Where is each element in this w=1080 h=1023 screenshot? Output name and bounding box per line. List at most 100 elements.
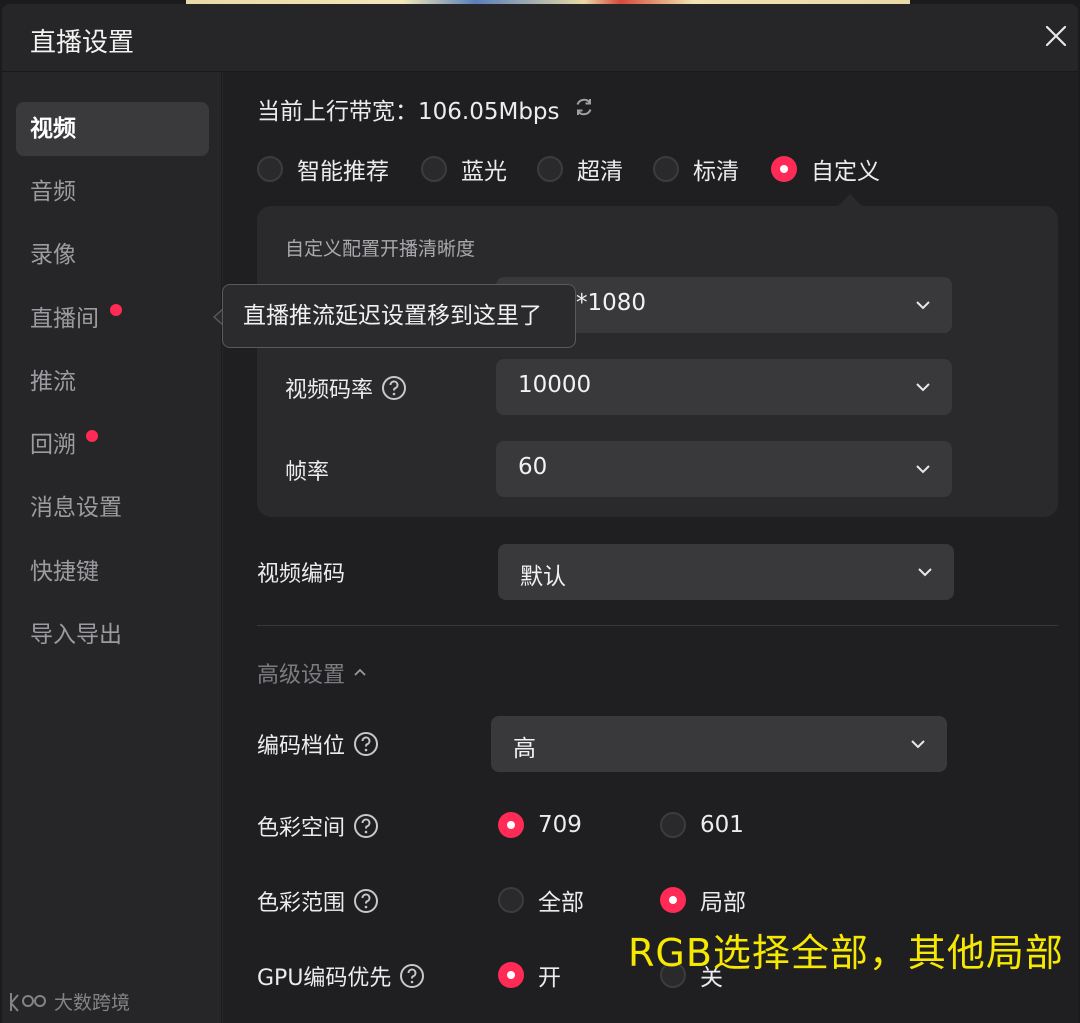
refresh-button[interactable] xyxy=(573,96,595,118)
bitrate-label: 视频码率 xyxy=(285,372,407,404)
radio-circle-selected xyxy=(660,887,686,913)
framerate-value: 60 xyxy=(518,454,548,480)
live-settings-dialog: 直播设置 视频 音频 录像 直播间 推流 回溯 消息设置 快捷键 导入导出 当前… xyxy=(2,4,1078,1023)
quality-option-ultra[interactable]: 超清 xyxy=(537,154,623,185)
framerate-select[interactable]: 60 xyxy=(496,441,952,497)
close-button[interactable] xyxy=(1042,22,1070,50)
chevron-down-icon xyxy=(911,740,925,749)
encoder-select[interactable]: 默认 xyxy=(498,544,954,600)
help-icon[interactable] xyxy=(353,813,379,839)
sidebar-item-audio[interactable]: 音频 xyxy=(16,165,209,219)
live-delay-tooltip: 直播推流延迟设置移到这里了 xyxy=(222,284,576,348)
notification-dot xyxy=(110,304,122,316)
watermark-text: 大数跨境 xyxy=(54,992,131,1014)
sidebar-item-label: 音频 xyxy=(30,179,76,205)
dialog-title: 直播设置 xyxy=(30,28,135,58)
radio-label: 全部 xyxy=(538,890,584,916)
radio-label: 开 xyxy=(538,965,561,991)
quality-option-custom[interactable]: 自定义 xyxy=(771,154,880,185)
sidebar-item-import-export[interactable]: 导入导出 xyxy=(16,608,209,662)
profile-select[interactable]: 高 xyxy=(491,716,947,772)
sidebar-item-messages[interactable]: 消息设置 xyxy=(16,481,209,535)
radio-circle xyxy=(498,887,524,913)
radio-circle-selected xyxy=(498,962,524,988)
help-icon[interactable] xyxy=(353,888,379,914)
settings-sidebar: 视频 音频 录像 直播间 推流 回溯 消息设置 快捷键 导入导出 xyxy=(2,72,222,1023)
help-icon[interactable] xyxy=(399,963,425,989)
encoder-value: 默认 xyxy=(520,564,566,590)
bitrate-select[interactable]: 10000 xyxy=(496,359,952,415)
gpu-option-on[interactable]: 开 xyxy=(498,960,561,991)
close-icon xyxy=(1045,25,1067,47)
radio-circle xyxy=(537,156,563,182)
titlebar: 直播设置 xyxy=(2,4,1078,72)
notification-dot xyxy=(86,430,98,442)
sidebar-item-label: 导入导出 xyxy=(30,622,122,648)
sidebar-item-label: 消息设置 xyxy=(30,495,122,521)
profile-label-text: 编码档位 xyxy=(257,734,346,759)
watermark-logo-icon xyxy=(10,992,46,1012)
chevron-down-icon xyxy=(916,465,930,474)
framerate-label: 帧率 xyxy=(285,460,330,485)
bitrate-value: 10000 xyxy=(518,372,592,398)
sidebar-item-label: 推流 xyxy=(30,369,76,395)
radio-circle-selected xyxy=(771,156,797,182)
radio-circle xyxy=(257,156,283,182)
help-icon[interactable] xyxy=(353,731,379,757)
radio-circle xyxy=(660,812,686,838)
radio-circle xyxy=(421,156,447,182)
radio-circle xyxy=(653,156,679,182)
radio-label: 自定义 xyxy=(811,159,880,185)
chevron-up-icon xyxy=(354,668,366,676)
colorrange-option-full[interactable]: 全部 xyxy=(498,885,584,916)
section-divider xyxy=(257,625,1058,626)
gpu-priority-label: GPU编码优先 xyxy=(257,960,425,992)
custom-panel-title: 自定义配置开播清晰度 xyxy=(285,238,476,260)
advanced-settings-toggle[interactable]: 高级设置 xyxy=(257,657,367,689)
colorspace-label-text: 色彩空间 xyxy=(257,816,346,841)
profile-value: 高 xyxy=(513,736,536,762)
profile-label: 编码档位 xyxy=(257,728,379,760)
panel-pointer xyxy=(838,194,862,206)
colorspace-label: 色彩空间 xyxy=(257,810,379,842)
radio-label: 709 xyxy=(538,812,582,838)
video-settings-panel: 当前上行带宽：106.05Mbps 智能推荐 蓝光 超清 标清 自定义 自定义配… xyxy=(223,72,1078,1023)
colorrange-option-limited[interactable]: 局部 xyxy=(660,885,746,916)
sidebar-item-recording[interactable]: 录像 xyxy=(16,228,209,282)
sidebar-item-label: 快捷键 xyxy=(30,559,99,585)
colorspace-option-709[interactable]: 709 xyxy=(498,810,582,840)
radio-circle-selected xyxy=(498,812,524,838)
radio-label: 601 xyxy=(700,812,744,838)
radio-label: 蓝光 xyxy=(461,159,507,185)
quality-option-smart[interactable]: 智能推荐 xyxy=(257,154,389,185)
chevron-down-icon xyxy=(918,568,932,577)
sidebar-item-label: 录像 xyxy=(30,242,76,268)
radio-label: 智能推荐 xyxy=(297,159,389,185)
refresh-icon xyxy=(576,98,592,116)
chevron-down-icon xyxy=(916,383,930,392)
colorrange-label-text: 色彩范围 xyxy=(257,891,346,916)
colorrange-label: 色彩范围 xyxy=(257,885,379,917)
watermark: 大数跨境 xyxy=(8,988,130,1015)
sidebar-item-replay[interactable]: 回溯 xyxy=(16,418,209,472)
resolution-value: *1080 xyxy=(576,290,647,316)
sidebar-item-video[interactable]: 视频 xyxy=(16,102,209,156)
annotation-note: RGB选择全部，其他局部 xyxy=(628,931,1064,975)
sidebar-item-stream[interactable]: 推流 xyxy=(16,355,209,409)
sidebar-item-label: 回溯 xyxy=(30,432,76,458)
bandwidth-label: 当前上行带宽：106.05Mbps xyxy=(257,99,560,125)
sidebar-item-label: 直播间 xyxy=(30,306,99,332)
help-icon[interactable] xyxy=(381,375,407,401)
chevron-down-icon xyxy=(916,301,930,310)
colorspace-option-601[interactable]: 601 xyxy=(660,810,744,840)
bitrate-label-text: 视频码率 xyxy=(285,378,374,403)
gpu-label-text: GPU编码优先 xyxy=(257,966,392,991)
radio-label: 标清 xyxy=(693,159,739,185)
encoder-label: 视频编码 xyxy=(257,562,346,587)
custom-quality-panel: 自定义配置开播清晰度 *1080 视频码率 10000 帧率 60 xyxy=(257,206,1058,517)
quality-option-bluray[interactable]: 蓝光 xyxy=(421,154,507,185)
sidebar-item-live-room[interactable]: 直播间 xyxy=(16,292,209,346)
quality-option-standard[interactable]: 标清 xyxy=(653,154,739,185)
radio-label: 局部 xyxy=(700,890,746,916)
sidebar-item-shortcuts[interactable]: 快捷键 xyxy=(16,545,209,599)
